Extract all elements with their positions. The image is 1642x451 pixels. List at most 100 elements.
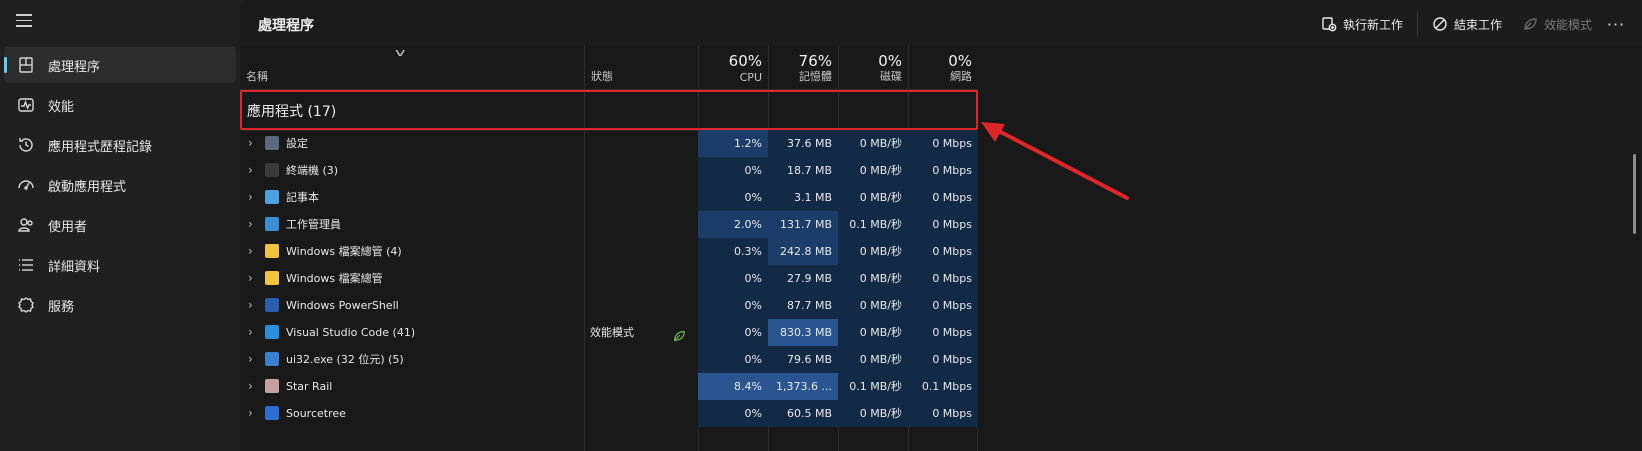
- table-row[interactable]: › ui32.exe (32 位元) (5) 0% 79.6 MB 0 MB/秒 0 Mb…: [240, 346, 978, 373]
- efficiency-mode-button[interactable]: 效能模式: [1512, 10, 1602, 38]
- cpu-value: 1.2%: [698, 130, 768, 157]
- app-icon: [265, 352, 279, 366]
- disk-column-header[interactable]: 0% 磁碟: [838, 46, 908, 90]
- startup-icon: [16, 175, 36, 195]
- sidebar-item-details[interactable]: 詳細資料: [4, 247, 236, 283]
- memory-value: 242.8 MB: [768, 238, 838, 265]
- expand-chevron-icon[interactable]: ›: [248, 157, 258, 184]
- disk-value: 0 MB/秒: [838, 184, 908, 211]
- table-row[interactable]: › 設定 1.2% 37.6 MB 0 MB/秒 0 Mbps: [240, 130, 978, 157]
- process-status: [590, 265, 670, 292]
- expand-chevron-icon[interactable]: ›: [248, 238, 258, 265]
- process-name: 記事本: [286, 191, 319, 204]
- end-task-label: 結束工作: [1453, 17, 1502, 32]
- run-new-task-label: 執行新工作: [1342, 17, 1403, 32]
- cpu-value: 2.0%: [698, 211, 768, 238]
- sidebar-item-label: 效能: [48, 99, 75, 115]
- memory-value: 60.5 MB: [768, 400, 838, 427]
- cpu-column-header[interactable]: 60% CPU: [698, 46, 768, 90]
- network-value: 0 Mbps: [908, 265, 978, 292]
- table-row[interactable]: › Star Rail 8.4% 1,373.6 ... 0.1 MB/秒 0.1 Mbp…: [240, 373, 978, 400]
- expand-chevron-icon[interactable]: ›: [248, 400, 258, 427]
- memory-column-header[interactable]: 76% 記憶體: [768, 46, 838, 90]
- memory-value: 87.7 MB: [768, 292, 838, 319]
- disk-value: 0 MB/秒: [838, 400, 908, 427]
- process-name: 工作管理員: [286, 218, 341, 231]
- memory-value: 79.6 MB: [768, 346, 838, 373]
- cpu-value: 8.4%: [698, 373, 768, 400]
- sidebar-item-performance[interactable]: 效能: [4, 87, 236, 123]
- expand-chevron-icon[interactable]: ›: [248, 373, 258, 400]
- end-task-button[interactable]: 結束工作: [1422, 10, 1512, 38]
- scrollbar-thumb[interactable]: [1633, 154, 1636, 234]
- process-status: [590, 346, 670, 373]
- network-value: 0 Mbps: [908, 400, 978, 427]
- network-value: 0.1 Mbps: [908, 373, 978, 400]
- sort-chevron-icon: v: [395, 46, 406, 59]
- process-name: Visual Studio Code (41): [286, 326, 416, 339]
- network-value: 0 Mbps: [908, 292, 978, 319]
- name-column-header[interactable]: v 名稱: [240, 46, 584, 90]
- status-header-label: 狀態: [591, 70, 613, 83]
- more-options-icon[interactable]: ···: [1602, 10, 1630, 38]
- table-row[interactable]: › 終端機 (3) 0% 18.7 MB 0 MB/秒 0 Mbps: [240, 157, 978, 184]
- process-name: Windows PowerShell: [286, 299, 399, 312]
- sidebar-item-processes[interactable]: 處理程序: [4, 47, 236, 83]
- cpu-value: 0%: [698, 319, 768, 346]
- expand-chevron-icon[interactable]: ›: [248, 130, 258, 157]
- process-status: [590, 211, 670, 238]
- sidebar-item-app-history[interactable]: 應用程式歷程記錄: [4, 127, 236, 163]
- process-name: Star Rail: [286, 380, 333, 393]
- table-row[interactable]: › Windows 檔案總管 (4) 0.3% 242.8 MB 0 MB/秒 0 Mbp…: [240, 238, 978, 265]
- table-row[interactable]: › Windows 檔案總管 0% 27.9 MB 0 MB/秒 0 Mbps: [240, 265, 978, 292]
- sidebar: 處理程序 效能 應用程式歷程記錄 啟動應用程式 使用者 詳細資料 服務: [0, 0, 240, 451]
- process-name: Windows 檔案總管: [286, 272, 383, 285]
- sidebar-item-label: 應用程式歷程記錄: [48, 139, 153, 155]
- sourcetree-icon: [265, 406, 279, 420]
- network-header-label: 網路: [950, 70, 972, 83]
- process-name: Windows 檔案總管 (4): [286, 245, 402, 258]
- page-title: 處理程序: [258, 18, 314, 34]
- table-row[interactable]: › Windows PowerShell 0% 87.7 MB 0 MB/秒 0 Mbps: [240, 292, 978, 319]
- sidebar-item-label: 啟動應用程式: [48, 179, 127, 195]
- top-bar: 處理程序 執行新工作 結束工作 效能模式 ···: [240, 0, 1642, 46]
- expand-chevron-icon[interactable]: ›: [248, 184, 258, 211]
- disk-value: 0.1 MB/秒: [838, 373, 908, 400]
- name-header-label: 名稱: [246, 70, 268, 83]
- table-row[interactable]: › 記事本 0% 3.1 MB 0 MB/秒 0 Mbps: [240, 184, 978, 211]
- network-value: 0 Mbps: [908, 319, 978, 346]
- hamburger-menu-icon[interactable]: [16, 14, 34, 28]
- cpu-value: 0%: [698, 265, 768, 292]
- expand-chevron-icon[interactable]: ›: [248, 265, 258, 292]
- sidebar-item-users[interactable]: 使用者: [4, 207, 236, 243]
- process-status: [590, 292, 670, 319]
- disk-value: 0 MB/秒: [838, 265, 908, 292]
- history-icon: [16, 135, 36, 155]
- expand-chevron-icon[interactable]: ›: [248, 211, 258, 238]
- leaf-icon: [1524, 18, 1537, 30]
- table-header: v 名稱 狀態 60% CPU 76% 記憶體 0% 磁碟 0% 網路: [240, 46, 978, 90]
- network-value: 0 Mbps: [908, 184, 978, 211]
- annotation-arrow-icon: [981, 122, 1129, 200]
- expand-chevron-icon[interactable]: ›: [248, 292, 258, 319]
- network-column-header[interactable]: 0% 網路: [908, 46, 978, 90]
- table-row[interactable]: › Sourcetree 0% 60.5 MB 0 MB/秒 0 Mbps: [240, 400, 978, 427]
- memory-value: 830.3 MB: [768, 319, 838, 346]
- run-new-task-button[interactable]: 執行新工作: [1311, 10, 1413, 38]
- vscode-icon: [265, 325, 279, 339]
- sidebar-item-services[interactable]: 服務: [4, 287, 236, 323]
- new-task-icon: [1322, 17, 1337, 32]
- disk-value: 0 MB/秒: [838, 292, 908, 319]
- sidebar-item-startup-apps[interactable]: 啟動應用程式: [4, 167, 236, 203]
- memory-value: 131.7 MB: [768, 211, 838, 238]
- table-row[interactable]: › 工作管理員 2.0% 131.7 MB 0.1 MB/秒 0 Mbps: [240, 211, 978, 238]
- powershell-icon: [265, 298, 279, 312]
- table-row[interactable]: › Visual Studio Code (41) 效能模式 0% 830.3 MB 0 …: [240, 319, 978, 346]
- process-name: Sourcetree: [286, 407, 346, 420]
- memory-value: 27.9 MB: [768, 265, 838, 292]
- memory-header-label: 記憶體: [799, 70, 832, 83]
- status-column-header[interactable]: 狀態: [584, 46, 698, 90]
- disk-value: 0.1 MB/秒: [838, 211, 908, 238]
- expand-chevron-icon[interactable]: ›: [248, 346, 258, 373]
- expand-chevron-icon[interactable]: ›: [248, 319, 258, 346]
